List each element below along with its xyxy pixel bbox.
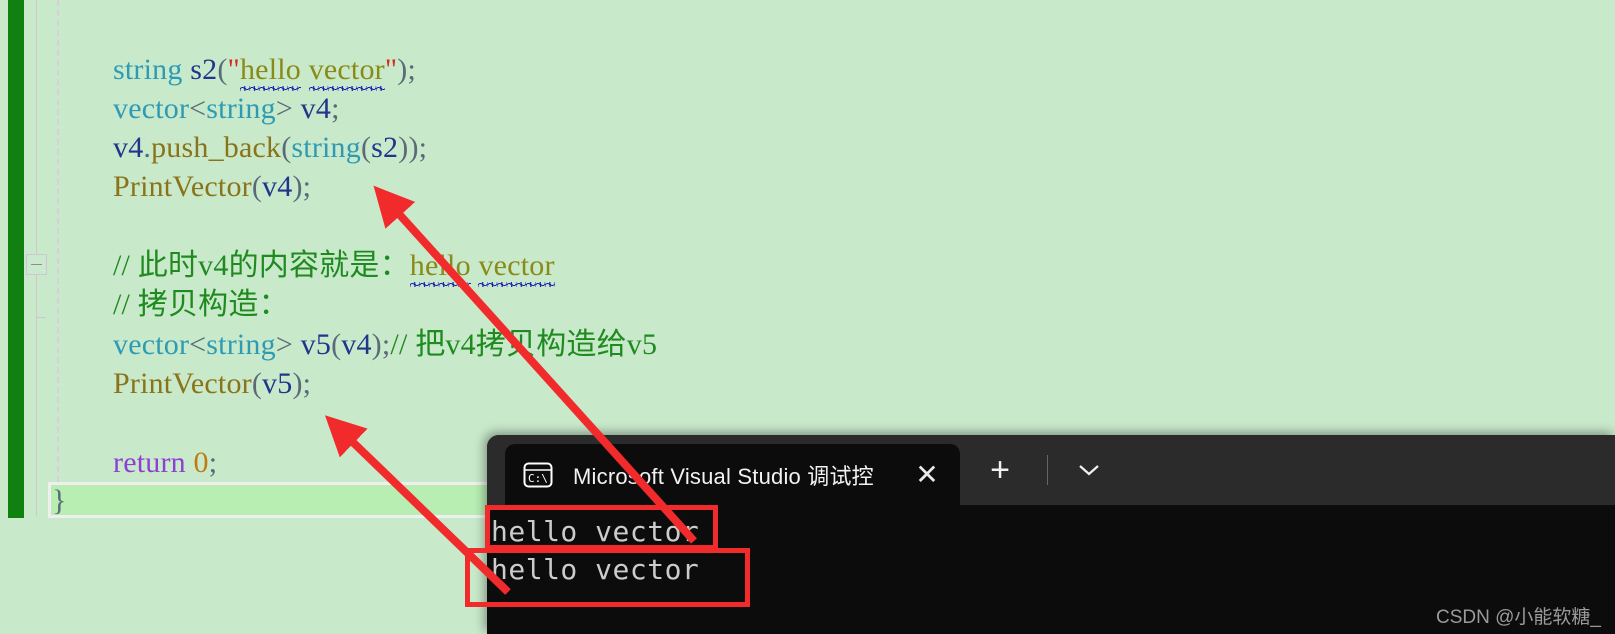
token-comment-prefix-8: // (390, 328, 408, 361)
token-type-vector: vector (113, 92, 190, 125)
code-line-12: } (52, 484, 67, 517)
token-literal-vector: vector (308, 53, 385, 86)
token-semicolon-2: ; (331, 92, 340, 125)
token-paren-close-3: )) (398, 131, 419, 164)
token-var-v4-3: v4 (262, 170, 293, 203)
token-paren-open-9: ( (251, 367, 263, 400)
token-paren-close-8: ) (371, 328, 382, 361)
terminal-titlebar[interactable]: C:\ Microsoft Visual Studio 调试控 ✕ + (487, 435, 1615, 505)
svg-text:C:\: C:\ (528, 472, 548, 485)
token-paren-close: ) (397, 53, 408, 86)
token-type-string-3: string (291, 131, 361, 164)
token-number-zero: 0 (193, 446, 209, 479)
watermark: CSDN @小能软糖_ (1436, 607, 1601, 628)
code-line-3: v4.push_back(string(s2)); (113, 128, 427, 168)
token-paren-close-4: ) (292, 170, 303, 203)
token-var-v5-2: v5 (262, 367, 293, 400)
token-type-string-8: string (206, 328, 276, 361)
token-type-string: string (113, 53, 183, 86)
current-line-left-edge (48, 482, 51, 518)
terminal-output-line-2: hello vector (491, 553, 700, 586)
plus-icon[interactable]: + (983, 453, 1017, 487)
token-semicolon: ; (407, 53, 417, 86)
token-comment-6-space (471, 249, 479, 282)
token-comment-prefix-6: // (113, 249, 131, 282)
code-line-6: // 此时v4的内容就是：hello vector (113, 246, 555, 286)
code-line-11: return 0; (113, 443, 217, 483)
code-line-7: // 拷贝构造： (113, 285, 289, 325)
token-comment-prefix-7: // (113, 288, 131, 321)
token-dot: . (143, 131, 152, 164)
screenshot-root: string s2("hello vector"); vector<string… (0, 0, 1615, 634)
code-line-8: vector<string> v5(v4);// 把v4拷贝构造给v5 (113, 325, 657, 365)
code-line-9: PrintVector(v5); (113, 364, 311, 404)
token-keyword-return: return (113, 446, 186, 479)
token-var-s2-2: s2 (371, 131, 399, 164)
terminal-tab-title: Microsoft Visual Studio 调试控 (573, 463, 874, 489)
token-var-s2: s2 (190, 53, 218, 86)
token-var-v4: v4 (300, 92, 332, 125)
terminal-output-line-1: hello vector (491, 515, 700, 548)
token-type-string-2: string (206, 92, 276, 125)
chevron-down-icon[interactable] (1072, 453, 1106, 487)
token-comment-6: 此时v4的内容就是： (137, 249, 410, 282)
token-paren-open-3b: ( (360, 131, 372, 164)
token-func-push-back: push_back (151, 131, 282, 164)
token-space-8 (293, 328, 301, 361)
token-space-2 (293, 92, 301, 125)
token-space-6 (130, 249, 138, 282)
code-line-1: string s2("hello vector"); (113, 50, 416, 90)
token-paren-open: ( (217, 53, 228, 86)
token-var-v5: v5 (300, 328, 332, 361)
token-semicolon-9: ; (302, 367, 312, 400)
token-var-v4-2: v4 (113, 131, 144, 164)
code-line-2: vector<string> v4; (113, 89, 340, 129)
terminal-tab[interactable]: C:\ Microsoft Visual Studio 调试控 ✕ (505, 444, 960, 505)
token-var-v4-4: v4 (341, 328, 372, 361)
token-literal-space (301, 53, 309, 86)
token-space-7 (130, 288, 138, 321)
code-line-4: PrintVector(v4); (113, 167, 311, 207)
token-paren-open-3: ( (281, 131, 292, 164)
token-comment-6-hello: hello (409, 249, 471, 282)
token-comment-6-vector: vector (478, 249, 555, 282)
token-type-vector-8: vector (113, 328, 190, 361)
terminal-output[interactable]: hello vector hello vector CSDN @小能软糖_ (487, 505, 1615, 634)
token-paren-close-9: ) (292, 367, 303, 400)
terminal-window[interactable]: C:\ Microsoft Visual Studio 调试控 ✕ + hell… (487, 435, 1615, 634)
token-comment-8: 把v4拷贝构造给v5 (415, 328, 658, 361)
token-angle-close-8: > (275, 328, 293, 361)
token-paren-open-4: ( (251, 170, 263, 203)
token-angle-open: < (189, 92, 207, 125)
token-angle-open-8: < (189, 328, 207, 361)
token-semicolon-3: ; (418, 131, 428, 164)
token-paren-open-8: ( (331, 328, 342, 361)
token-func-print-vector-2: PrintVector (113, 367, 252, 400)
token-angle-close: > (275, 92, 293, 125)
token-comment-7: 拷贝构造： (137, 288, 289, 321)
token-space-11 (186, 446, 194, 479)
close-icon[interactable]: ✕ (910, 458, 944, 492)
token-quote-open: " (227, 53, 240, 86)
token-semicolon-4: ; (302, 170, 312, 203)
token-func-print-vector: PrintVector (113, 170, 252, 203)
token-semicolon-11: ; (208, 446, 218, 479)
token-literal-hello: hello (239, 53, 301, 86)
console-cmd-icon: C:\ (523, 462, 553, 487)
token-quote-close: " (384, 53, 398, 86)
toolbar-divider (1047, 455, 1048, 485)
